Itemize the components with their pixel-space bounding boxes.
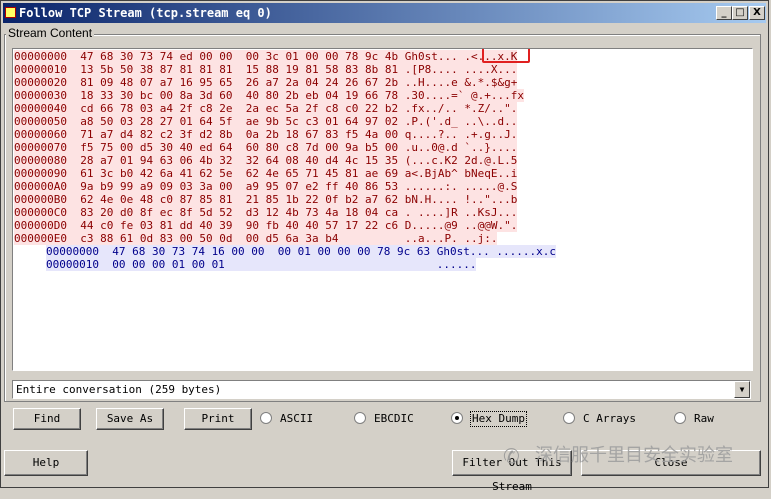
format-label: ASCII — [280, 412, 314, 425]
format-ascii-radio[interactable]: ASCII — [260, 412, 340, 426]
client-line: 000000E0 c3 88 61 0d 83 00 50 0d 00 d5 6… — [14, 232, 498, 245]
format-label: EBCDIC — [374, 412, 414, 425]
watermark: ✆ 深信服千里目安全实验室 — [503, 444, 733, 468]
conversation-value: Entire conversation (259 bytes) — [16, 383, 222, 396]
format-label: Raw — [694, 412, 714, 425]
client-line: 00000070 f5 75 00 d5 30 40 ed 64 60 80 c… — [14, 141, 518, 154]
save-as-button[interactable]: Save As — [96, 408, 164, 430]
stream-text-area[interactable]: 00000000 47 68 30 73 74 ed 00 00 00 3c 0… — [12, 48, 753, 371]
radio-dot — [563, 412, 575, 424]
radio-dot — [354, 412, 366, 424]
title-bar[interactable]: Follow TCP Stream (tcp.stream eq 0) _ □ … — [3, 3, 766, 23]
client-line: 00000030 18 33 30 bc 00 8a 3d 60 40 80 2… — [14, 89, 524, 102]
find-button[interactable]: Find — [13, 408, 81, 430]
client-line: 00000090 61 3c b0 42 6a 41 62 5e 62 4e 6… — [14, 167, 518, 180]
window-title: Follow TCP Stream (tcp.stream eq 0) — [19, 6, 272, 20]
radio-dot — [260, 412, 272, 424]
format-ebcdic-radio[interactable]: EBCDIC — [354, 412, 434, 426]
server-line: 00000000 47 68 30 73 74 16 00 00 00 01 0… — [46, 245, 556, 258]
maximize-button[interactable]: □ — [732, 6, 748, 20]
client-line: 000000C0 83 20 d0 8f ec 8f 5d 52 d3 12 4… — [14, 206, 518, 219]
close-window-button[interactable]: X — [749, 6, 765, 20]
client-line: 000000D0 44 c0 fe 03 81 dd 40 39 90 fb 4… — [14, 219, 518, 232]
radio-dot — [674, 412, 686, 424]
client-line: 000000A0 9a b9 99 a9 09 03 3a 00 a9 95 0… — [14, 180, 518, 193]
format-label: Hex Dump — [470, 411, 527, 427]
format-raw-radio[interactable]: Raw — [674, 412, 734, 426]
chevron-down-icon[interactable]: ▼ — [734, 381, 750, 398]
format-c-arrays-radio[interactable]: C Arrays — [563, 412, 653, 426]
radio-dot-selected — [451, 412, 463, 424]
client-line: 00000080 28 a7 01 94 63 06 4b 32 32 64 0… — [14, 154, 518, 167]
stream-content-label: Stream Content — [6, 26, 95, 40]
client-line: 000000B0 62 4e 0e 48 c0 87 85 81 21 85 1… — [14, 193, 518, 206]
client-line: 00000060 71 a7 d4 82 c2 3f d2 8b 0a 2b 1… — [14, 128, 518, 141]
help-button[interactable]: Help — [4, 450, 88, 476]
client-line: 00000020 81 09 48 07 a7 16 95 65 26 a7 2… — [14, 76, 518, 89]
wechat-icon: ✆ — [503, 444, 520, 468]
format-label: C Arrays — [583, 412, 636, 425]
watermark-text: 深信服千里目安全实验室 — [535, 445, 733, 466]
gh0st-highlight-box — [482, 49, 530, 63]
client-line: 00000040 cd 66 78 03 a4 2f c8 2e 2a ec 5… — [14, 102, 518, 115]
server-line: 00000010 00 00 00 01 00 01 ...... — [46, 258, 477, 271]
client-line: 00000050 a8 50 03 28 27 01 64 5f ae 9b 5… — [14, 115, 518, 128]
print-button[interactable]: Print — [184, 408, 252, 430]
format-hex-dump-radio[interactable]: Hex Dump — [451, 411, 541, 427]
client-line: 00000000 47 68 30 73 74 ed 00 00 00 3c 0… — [14, 50, 518, 63]
conversation-select[interactable]: Entire conversation (259 bytes) ▼ — [12, 380, 751, 399]
app-icon[interactable] — [5, 7, 16, 18]
client-line: 00000010 13 5b 50 38 87 81 81 81 15 88 1… — [14, 63, 518, 76]
minimize-button[interactable]: _ — [716, 6, 732, 20]
